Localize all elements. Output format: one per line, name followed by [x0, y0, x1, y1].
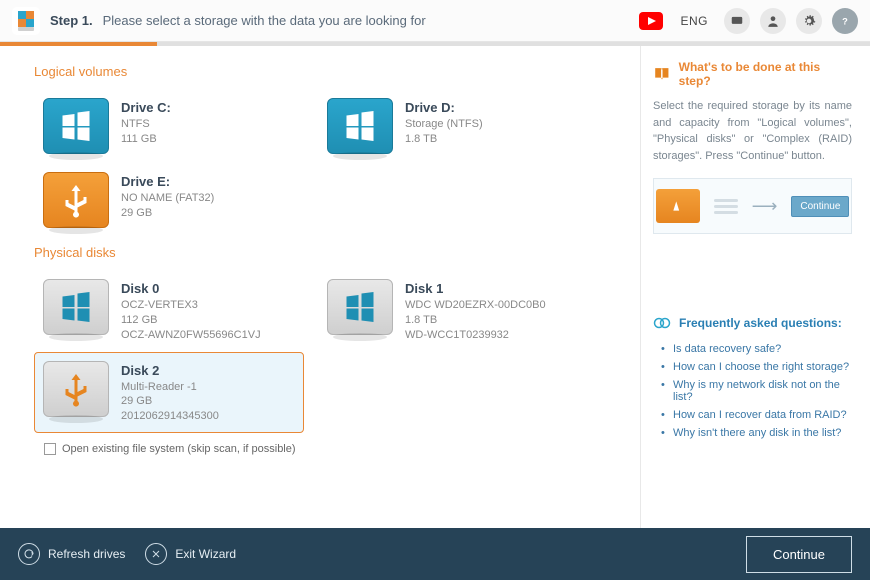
- section-logical-volumes: Logical volumes: [34, 64, 618, 79]
- drive-icon: [327, 98, 393, 154]
- drive-serial: WD-WCC1T0239932: [405, 328, 546, 343]
- drive-fs: NTFS: [121, 117, 171, 132]
- drive-size: 29 GB: [121, 394, 219, 409]
- help-button[interactable]: ?: [832, 8, 858, 34]
- drive-size: 1.8 TB: [405, 313, 546, 328]
- storage-card[interactable]: Drive C: NTFS111 GB: [34, 89, 304, 163]
- drive-name: Disk 0: [121, 281, 261, 296]
- section-physical-disks: Physical disks: [34, 245, 618, 260]
- faq-title: Frequently asked questions:: [679, 316, 842, 330]
- drive-icon: [43, 98, 109, 154]
- faq-link[interactable]: Why is my network disk not on the list?: [661, 376, 852, 406]
- drive-icon: [43, 361, 109, 417]
- book-icon: [653, 65, 671, 83]
- storage-card[interactable]: Disk 2 Multi-Reader -129 GB20120629143453…: [34, 352, 304, 434]
- storage-card[interactable]: Drive E: NO NAME (FAT32)29 GB: [34, 163, 304, 237]
- faq-link[interactable]: How can I choose the right storage?: [661, 358, 852, 376]
- refresh-label: Refresh drives: [48, 547, 125, 561]
- open-existing-label: Open existing file system (skip scan, if…: [62, 443, 296, 455]
- drive-name: Drive C:: [121, 100, 171, 115]
- faq-link[interactable]: Is data recovery safe?: [661, 340, 852, 358]
- storage-list: Logical volumes Drive C:NTFS111 GBDrive …: [0, 46, 640, 528]
- refresh-drives-button[interactable]: Refresh drives: [18, 543, 125, 565]
- faq-icon: [653, 314, 671, 332]
- settings-button[interactable]: [796, 8, 822, 34]
- faq-link[interactable]: How can I recover data from RAID?: [661, 406, 852, 424]
- drive-name: Disk 1: [405, 281, 546, 296]
- feedback-button[interactable]: [724, 8, 750, 34]
- faq-link[interactable]: Why isn't there any disk in the list?: [661, 424, 852, 442]
- topbar: Step 1. Please select a storage with the…: [0, 0, 870, 42]
- drive-size: 1.8 TB: [405, 132, 483, 147]
- drive-size: 29 GB: [121, 206, 214, 221]
- svg-text:?: ?: [842, 16, 848, 26]
- footer: Refresh drives Exit Wizard Continue: [0, 528, 870, 580]
- mini-drive-icon: [656, 189, 700, 223]
- refresh-icon: [18, 543, 40, 565]
- user-button[interactable]: [760, 8, 786, 34]
- help-panel: What's to be done at this step? Select t…: [640, 46, 870, 528]
- help-body: Select the required storage by its name …: [653, 98, 852, 164]
- drive-model: Multi-Reader -1: [121, 380, 219, 395]
- close-icon: [145, 543, 167, 565]
- storage-card[interactable]: Drive D: Storage (NTFS)1.8 TB: [318, 89, 588, 163]
- drive-icon: [43, 172, 109, 228]
- step-description: Please select a storage with the data yo…: [103, 13, 426, 28]
- exit-label: Exit Wizard: [175, 547, 236, 561]
- help-illustration: ⟶ Continue: [653, 178, 852, 234]
- language-selector[interactable]: ENG: [674, 14, 714, 28]
- exit-wizard-button[interactable]: Exit Wizard: [145, 543, 236, 565]
- drive-fs: NO NAME (FAT32): [121, 191, 214, 206]
- drive-name: Drive E:: [121, 174, 214, 189]
- storage-card[interactable]: Disk 1 WDC WD20EZRX-00DC0B01.8 TBWD-WCC1T…: [318, 270, 588, 352]
- arrow-icon: ⟶: [752, 196, 778, 217]
- drive-model: WDC WD20EZRX-00DC0B0: [405, 298, 546, 313]
- main-area: Logical volumes Drive C:NTFS111 GBDrive …: [0, 46, 870, 528]
- drive-name: Disk 2: [121, 363, 219, 378]
- help-title: What's to be done at this step?: [679, 60, 852, 88]
- drive-name: Drive D:: [405, 100, 483, 115]
- drive-model: OCZ-VERTEX3: [121, 298, 261, 313]
- illus-continue-button: Continue: [791, 196, 849, 217]
- app-logo: [12, 7, 40, 35]
- drive-size: 112 GB: [121, 313, 261, 328]
- open-existing-checkbox[interactable]: Open existing file system (skip scan, if…: [44, 443, 618, 455]
- youtube-icon[interactable]: [638, 12, 664, 30]
- storage-card[interactable]: Disk 0 OCZ-VERTEX3112 GBOCZ-AWNZ0FW55696C…: [34, 270, 304, 352]
- continue-button[interactable]: Continue: [746, 536, 852, 573]
- step-label: Step 1.: [50, 13, 93, 28]
- drive-serial: OCZ-AWNZ0FW55696C1VJ: [121, 328, 261, 343]
- checkbox-icon: [44, 443, 56, 455]
- drive-fs: Storage (NTFS): [405, 117, 483, 132]
- drive-icon: [43, 279, 109, 335]
- drive-icon: [327, 279, 393, 335]
- drive-size: 111 GB: [121, 132, 171, 147]
- drive-serial: 2012062914345300: [121, 409, 219, 424]
